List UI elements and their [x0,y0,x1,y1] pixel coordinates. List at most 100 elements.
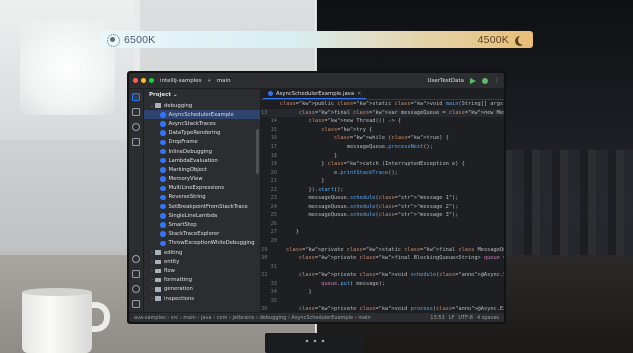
tree-folder[interactable]: › editing [144,248,260,257]
tree-class[interactable]: DropFrame [144,138,260,147]
line-number[interactable]: 17 [261,144,283,150]
line-number[interactable]: 34 [261,289,283,295]
tree-class[interactable]: InlineDebugging [144,147,260,156]
stand-buttons [303,339,327,343]
project-selector[interactable]: intellij-samples [160,78,202,84]
tree-folder[interactable]: › entity [144,257,260,266]
project-scrollbar[interactable] [256,129,259,174]
code-line[interactable]: 20 e.printStackTrace(); [261,168,504,177]
project-panel-title[interactable]: Project ⌄ [144,89,260,101]
tree-class[interactable]: MarkingObject [144,165,260,174]
indent-setting[interactable]: 4 spaces [477,315,499,321]
code-line[interactable]: 14 class="kw">new Thread(() -> { [261,117,504,126]
code-line[interactable]: 30 class="kw">private class="kw">final B… [261,254,504,263]
line-number[interactable]: 18 [261,153,283,159]
tree-folder[interactable]: › inspections [144,294,260,303]
code-line[interactable]: 21 } [261,177,504,186]
code-line[interactable]: 19 } class="kw">catch (InterruptedExcept… [261,160,504,169]
line-number[interactable]: 30 [261,255,273,261]
code-line[interactable]: 29 class="kw">private class="kw">static … [261,245,504,254]
commit-tool-icon[interactable] [132,123,140,131]
line-number[interactable]: 21 [261,178,283,184]
tree-folder[interactable]: › generation [144,285,260,294]
close-window-button[interactable] [133,78,138,83]
line-number[interactable]: 13 [261,110,273,116]
code-line[interactable]: 35 [261,297,504,306]
tree-class[interactable]: LambdaEvaluation [144,156,260,165]
line-number[interactable]: 23 [261,195,283,201]
tree-class[interactable]: SmartStep [144,220,260,229]
line-number[interactable]: 29 [261,247,273,253]
file-encoding[interactable]: UTF-8 [458,315,473,321]
code-line[interactable]: 18 } [261,151,504,160]
code-text: messageQueue.schedule(class="str">"messa… [283,212,459,219]
services-tool-icon[interactable] [132,255,140,263]
code-line[interactable]: 15 class="kw">try { [261,126,504,135]
tree-class[interactable]: AsyncStackTraces [144,119,260,128]
line-number[interactable]: 32 [261,272,273,278]
line-number[interactable]: 19 [261,161,283,167]
editor-tab-active[interactable]: AsyncSchedulerExample.java ✕ [263,89,367,99]
code-line[interactable]: 25 messageQueue.schedule(class="str">"me… [261,211,504,220]
project-tool-icon[interactable] [132,93,140,101]
code-line[interactable]: 17 messageQueue.processNext(); [261,143,504,152]
tree-folder[interactable]: ⌄ debugging [144,101,260,110]
tree-class[interactable]: SingleLineLambda [144,211,260,220]
line-number[interactable]: 20 [261,170,283,176]
run-config-selector[interactable]: UserTestData [428,78,465,84]
tree-class[interactable]: DataTypeRendering [144,129,260,138]
tree-class[interactable]: MultiLineExpressions [144,184,260,193]
folder-icon [155,103,161,108]
line-number[interactable]: 14 [261,118,283,124]
line-separator[interactable]: LF [449,315,455,321]
code-line[interactable]: 26 [261,220,504,229]
more-icon[interactable]: ⋮ [494,77,500,84]
code-line[interactable]: 27 } [261,228,504,237]
tree-class[interactable]: StackTraceExplorer [144,230,260,239]
caret-position[interactable]: 13:53 [430,315,444,321]
code-line[interactable]: 22 }).start(); [261,185,504,194]
code-line[interactable]: class="kw">public class="kw">static clas… [261,100,504,109]
code-line[interactable]: 36 class="kw">private class="kw">void pr… [261,305,504,312]
line-number[interactable]: 26 [261,221,283,227]
tree-folder[interactable]: › formatting [144,276,260,285]
code-line[interactable]: 24 messageQueue.schedule(class="str">"me… [261,203,504,212]
line-number[interactable]: 31 [261,264,283,270]
line-number[interactable]: 22 [261,187,283,193]
branch-selector[interactable]: main [217,78,231,84]
code-line[interactable]: 31 [261,262,504,271]
problems-tool-icon[interactable] [132,285,140,293]
line-number[interactable]: 15 [261,127,283,133]
minimize-window-button[interactable] [141,78,146,83]
code-line[interactable]: 33 queue.put( message); [261,279,504,288]
line-number[interactable]: 33 [261,281,283,287]
run-icon[interactable] [470,77,476,84]
debug-icon[interactable] [482,77,488,84]
line-number[interactable]: 16 [261,135,283,141]
tree-folder[interactable]: › flow [144,266,260,275]
structure-tool-icon[interactable] [132,108,140,116]
line-number[interactable]: 35 [261,298,283,304]
code-line[interactable]: 16 class="kw">while (class="kw">true) { [261,134,504,143]
tree-class[interactable]: MemoryView [144,175,260,184]
terminal-tool-icon[interactable] [132,270,140,278]
maximize-window-button[interactable] [149,78,154,83]
tree-class[interactable]: ReverseString [144,193,260,202]
git-tool-icon[interactable] [132,300,140,308]
code-line[interactable]: 28 [261,237,504,246]
code-line[interactable]: 34 } [261,288,504,297]
line-number[interactable]: 25 [261,212,283,218]
line-number[interactable]: 24 [261,204,283,210]
more-tools-icon[interactable] [132,138,140,146]
close-tab-icon[interactable]: ✕ [357,91,361,97]
code-line[interactable]: 23 messageQueue.schedule(class="str">"me… [261,194,504,203]
code-area[interactable]: class="kw">public class="kw">static clas… [261,100,504,312]
code-line[interactable]: 32 class="kw">private class="kw">void sc… [261,271,504,280]
line-number[interactable]: 28 [261,238,283,244]
tree-class[interactable]: AsyncSchedulerExample [144,110,260,120]
tree-class[interactable]: ThrowExceptionWhileDebugging [144,239,260,248]
line-number[interactable]: 27 [261,229,283,235]
code-line[interactable]: 13 class="kw">final class="kw">var messa… [261,108,504,118]
tree-class[interactable]: SetBreakpointFromStackTrace [144,202,260,211]
code-text: class="kw">private class="kw">final Bloc… [298,255,504,262]
